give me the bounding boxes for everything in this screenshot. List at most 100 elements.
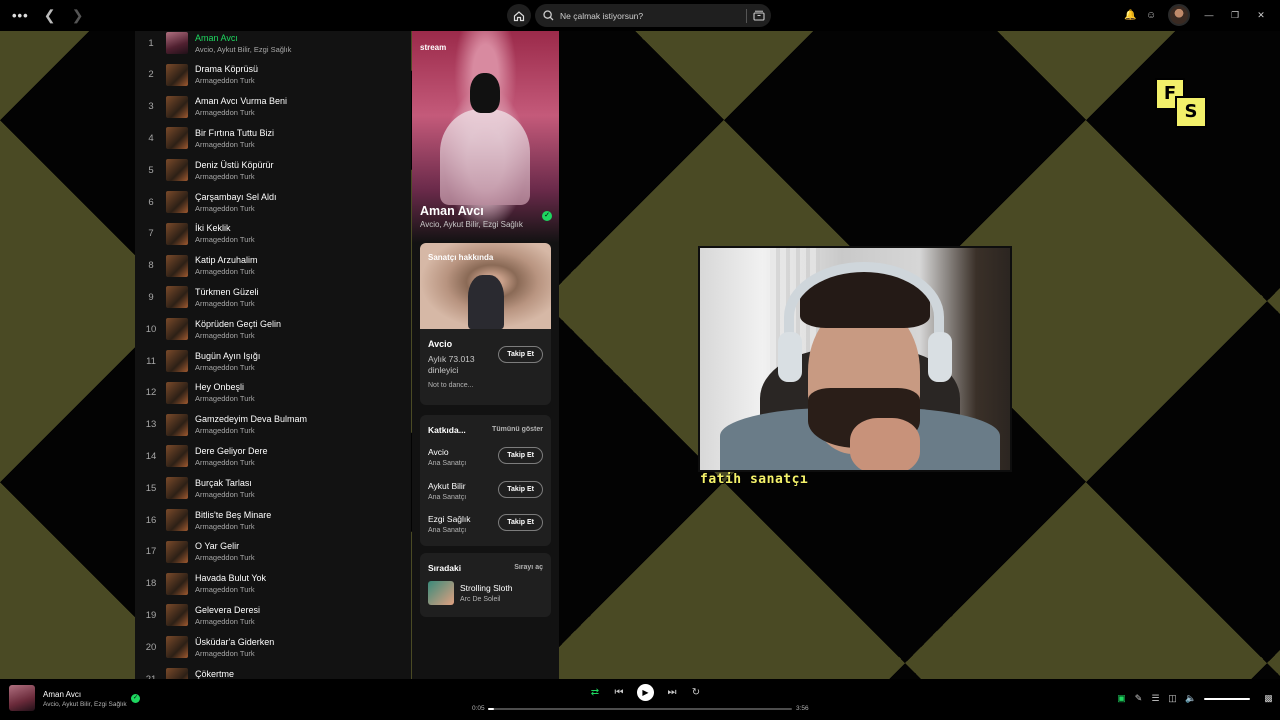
show-all-link[interactable]: Tümünü göster bbox=[492, 426, 543, 435]
next-icon[interactable]: ⏭ bbox=[666, 687, 678, 698]
track-title[interactable]: Köprüden Geçti Gelin bbox=[195, 319, 281, 329]
track-artist[interactable]: Armageddon Turk bbox=[195, 649, 274, 658]
player-artists[interactable]: Avcio, Aykut Bilir, Ezgi Sağlık bbox=[43, 701, 127, 708]
track-artist[interactable]: Armageddon Turk bbox=[195, 140, 274, 149]
bell-icon[interactable]: 🔔 bbox=[1124, 10, 1136, 21]
track-artist[interactable]: Armageddon Turk bbox=[195, 331, 281, 340]
track-row[interactable]: 8 Katip Arzuhalim Armageddon Turk bbox=[135, 250, 411, 282]
track-title[interactable]: Burçak Tarlası bbox=[195, 478, 255, 488]
volume-slider[interactable] bbox=[1204, 697, 1250, 700]
track-title[interactable]: Drama Köprüsü bbox=[195, 64, 258, 74]
track-row[interactable]: 12 Hey Onbeşli Armageddon Turk bbox=[135, 377, 411, 409]
track-title[interactable]: Katip Arzuhalim bbox=[195, 255, 258, 265]
friends-icon[interactable]: ☺ bbox=[1146, 10, 1156, 21]
track-row[interactable]: 6 Çarşambayı Sel Aldı Armageddon Turk bbox=[135, 186, 411, 218]
track-row[interactable]: 3 Aman Avcı Vurma Beni Armageddon Turk bbox=[135, 91, 411, 123]
track-row[interactable]: 17 O Yar Gelir Armageddon Turk bbox=[135, 536, 411, 568]
avatar[interactable] bbox=[1168, 4, 1190, 26]
track-row[interactable]: 18 Havada Bulut Yok Armageddon Turk bbox=[135, 568, 411, 600]
mini-player-icon[interactable]: ▩ bbox=[1264, 693, 1273, 704]
track-title[interactable]: Gelevera Deresi bbox=[195, 605, 260, 615]
track-row[interactable]: 4 Bir Fırtına Tuttu Bizi Armageddon Turk bbox=[135, 122, 411, 154]
track-title[interactable]: Havada Bulut Yok bbox=[195, 573, 266, 583]
track-row[interactable]: 7 İki Keklik Armageddon Turk bbox=[135, 218, 411, 250]
lyrics-icon[interactable]: ✎ bbox=[1134, 693, 1143, 704]
queue-icon[interactable]: ☰ bbox=[1151, 693, 1160, 704]
search-bar[interactable] bbox=[535, 4, 771, 27]
track-artist[interactable]: Armageddon Turk bbox=[195, 426, 307, 435]
track-title[interactable]: Bugün Ayın Işığı bbox=[195, 351, 260, 361]
browse-icon[interactable] bbox=[753, 10, 765, 21]
track-row[interactable]: 9 Türkmen Güzeli Armageddon Turk bbox=[135, 281, 411, 313]
track-title[interactable]: Hey Onbeşli bbox=[195, 382, 255, 392]
follow-button[interactable]: Takip Et bbox=[498, 514, 543, 531]
track-artist[interactable]: Armageddon Turk bbox=[195, 458, 268, 467]
track-artist[interactable]: Armageddon Turk bbox=[195, 204, 277, 213]
track-artist[interactable]: Armageddon Turk bbox=[195, 299, 259, 308]
minimize-icon[interactable]: — bbox=[1202, 10, 1216, 20]
track-row[interactable]: 5 Deniz Üstü Köpürür Armageddon Turk bbox=[135, 154, 411, 186]
track-row[interactable]: 19 Gelevera Deresi Armageddon Turk bbox=[135, 599, 411, 631]
track-row[interactable]: 21ÇökertmeArmageddon Turk bbox=[135, 663, 411, 679]
track-artist[interactable]: Armageddon Turk bbox=[195, 172, 274, 181]
queue-item[interactable]: Strolling Sloth Arc De Soleil bbox=[420, 573, 551, 613]
play-button[interactable]: ▶ bbox=[637, 684, 654, 701]
track-row[interactable]: 2 Drama Köprüsü Armageddon Turk bbox=[135, 59, 411, 91]
shuffle-icon[interactable]: ⇄ bbox=[589, 687, 601, 698]
track-artist[interactable]: Armageddon Turk bbox=[195, 267, 258, 276]
track-title[interactable]: Aman Avcı bbox=[195, 33, 291, 43]
more-dots-icon[interactable]: ••• bbox=[12, 8, 29, 23]
track-row[interactable]: 10 Köprüden Geçti Gelin Armageddon Turk bbox=[135, 313, 411, 345]
forward-arrow-icon[interactable]: ❯ bbox=[71, 7, 85, 24]
track-title[interactable]: Çökertme bbox=[195, 669, 255, 679]
track-row[interactable]: 11 Bugün Ayın Işığı Armageddon Turk bbox=[135, 345, 411, 377]
track-artist[interactable]: Avcio, Aykut Bilir, Ezgi Sağlık bbox=[195, 45, 291, 54]
player-cover[interactable] bbox=[9, 685, 35, 711]
track-artist[interactable]: Armageddon Turk bbox=[195, 394, 255, 403]
track-title[interactable]: Üsküdar'a Giderken bbox=[195, 637, 274, 647]
track-artist[interactable]: Armageddon Turk bbox=[195, 363, 260, 372]
track-title[interactable]: Deniz Üstü Köpürür bbox=[195, 160, 274, 170]
close-icon[interactable]: ✕ bbox=[1254, 10, 1268, 21]
progress-bar[interactable] bbox=[488, 708, 792, 710]
track-title[interactable]: Aman Avcı Vurma Beni bbox=[195, 96, 287, 106]
track-title[interactable]: Bir Fırtına Tuttu Bizi bbox=[195, 128, 274, 138]
follow-button[interactable]: Takip Et bbox=[498, 480, 543, 498]
saved-check-icon[interactable]: ✓ bbox=[542, 211, 552, 221]
now-playing-view-icon[interactable]: ▣ bbox=[1117, 693, 1126, 704]
track-artist[interactable]: Armageddon Turk bbox=[195, 76, 258, 85]
previous-icon[interactable]: ⏮ bbox=[613, 687, 625, 698]
search-input[interactable] bbox=[560, 10, 740, 21]
connect-device-icon[interactable]: ◫ bbox=[1168, 693, 1177, 704]
track-row[interactable]: 16 Bitlis'te Beş Minare Armageddon Turk bbox=[135, 504, 411, 536]
track-row[interactable]: 1 Aman Avcı Avcio, Aykut Bilir, Ezgi Sağlı… bbox=[135, 31, 411, 59]
track-artist[interactable]: Armageddon Turk bbox=[195, 585, 266, 594]
restore-icon[interactable]: ❐ bbox=[1228, 10, 1242, 21]
track-title[interactable]: Türkmen Güzeli bbox=[195, 287, 259, 297]
open-queue-link[interactable]: Sırayı aç bbox=[514, 564, 543, 573]
follow-artist-button[interactable]: Takip Et bbox=[498, 346, 543, 363]
follow-button[interactable]: Takip Et bbox=[498, 447, 543, 464]
track-title[interactable]: Bitlis'te Beş Minare bbox=[195, 510, 271, 520]
home-button[interactable] bbox=[507, 4, 531, 27]
repeat-icon[interactable]: ↻ bbox=[690, 687, 702, 698]
about-artist-card[interactable]: Sanatçı hakkında Avcio Aylık 73.013 dinl… bbox=[420, 243, 551, 405]
player-title[interactable]: Aman Avcı bbox=[43, 690, 81, 699]
track-artist[interactable]: Armageddon Turk bbox=[195, 522, 271, 531]
back-arrow-icon[interactable]: ❮ bbox=[43, 7, 57, 24]
track-title[interactable]: Gamzedeyim Deva Bulmam bbox=[195, 414, 307, 424]
track-title[interactable]: Dere Geliyor Dere bbox=[195, 446, 268, 456]
track-artist[interactable]: Armageddon Turk bbox=[195, 108, 287, 117]
track-artist[interactable]: Armageddon Turk bbox=[195, 617, 260, 626]
track-row[interactable]: 15 Burçak Tarlası Armageddon Turk bbox=[135, 472, 411, 504]
track-title[interactable]: Çarşambayı Sel Aldı bbox=[195, 192, 277, 202]
saved-check-icon[interactable]: ✓ bbox=[131, 694, 140, 703]
track-row[interactable]: 20 Üsküdar'a Giderken Armageddon Turk bbox=[135, 631, 411, 663]
track-artist[interactable]: Armageddon Turk bbox=[195, 553, 255, 562]
track-title[interactable]: İki Keklik bbox=[195, 223, 255, 233]
now-playing-artists[interactable]: Avcio, Aykut Bilir, Ezgi Sağlık bbox=[420, 220, 523, 229]
track-artist[interactable]: Armageddon Turk bbox=[195, 235, 255, 244]
track-title[interactable]: O Yar Gelir bbox=[195, 541, 255, 551]
now-playing-title[interactable]: Aman Avcı bbox=[420, 204, 484, 218]
track-artist[interactable]: Armageddon Turk bbox=[195, 490, 255, 499]
